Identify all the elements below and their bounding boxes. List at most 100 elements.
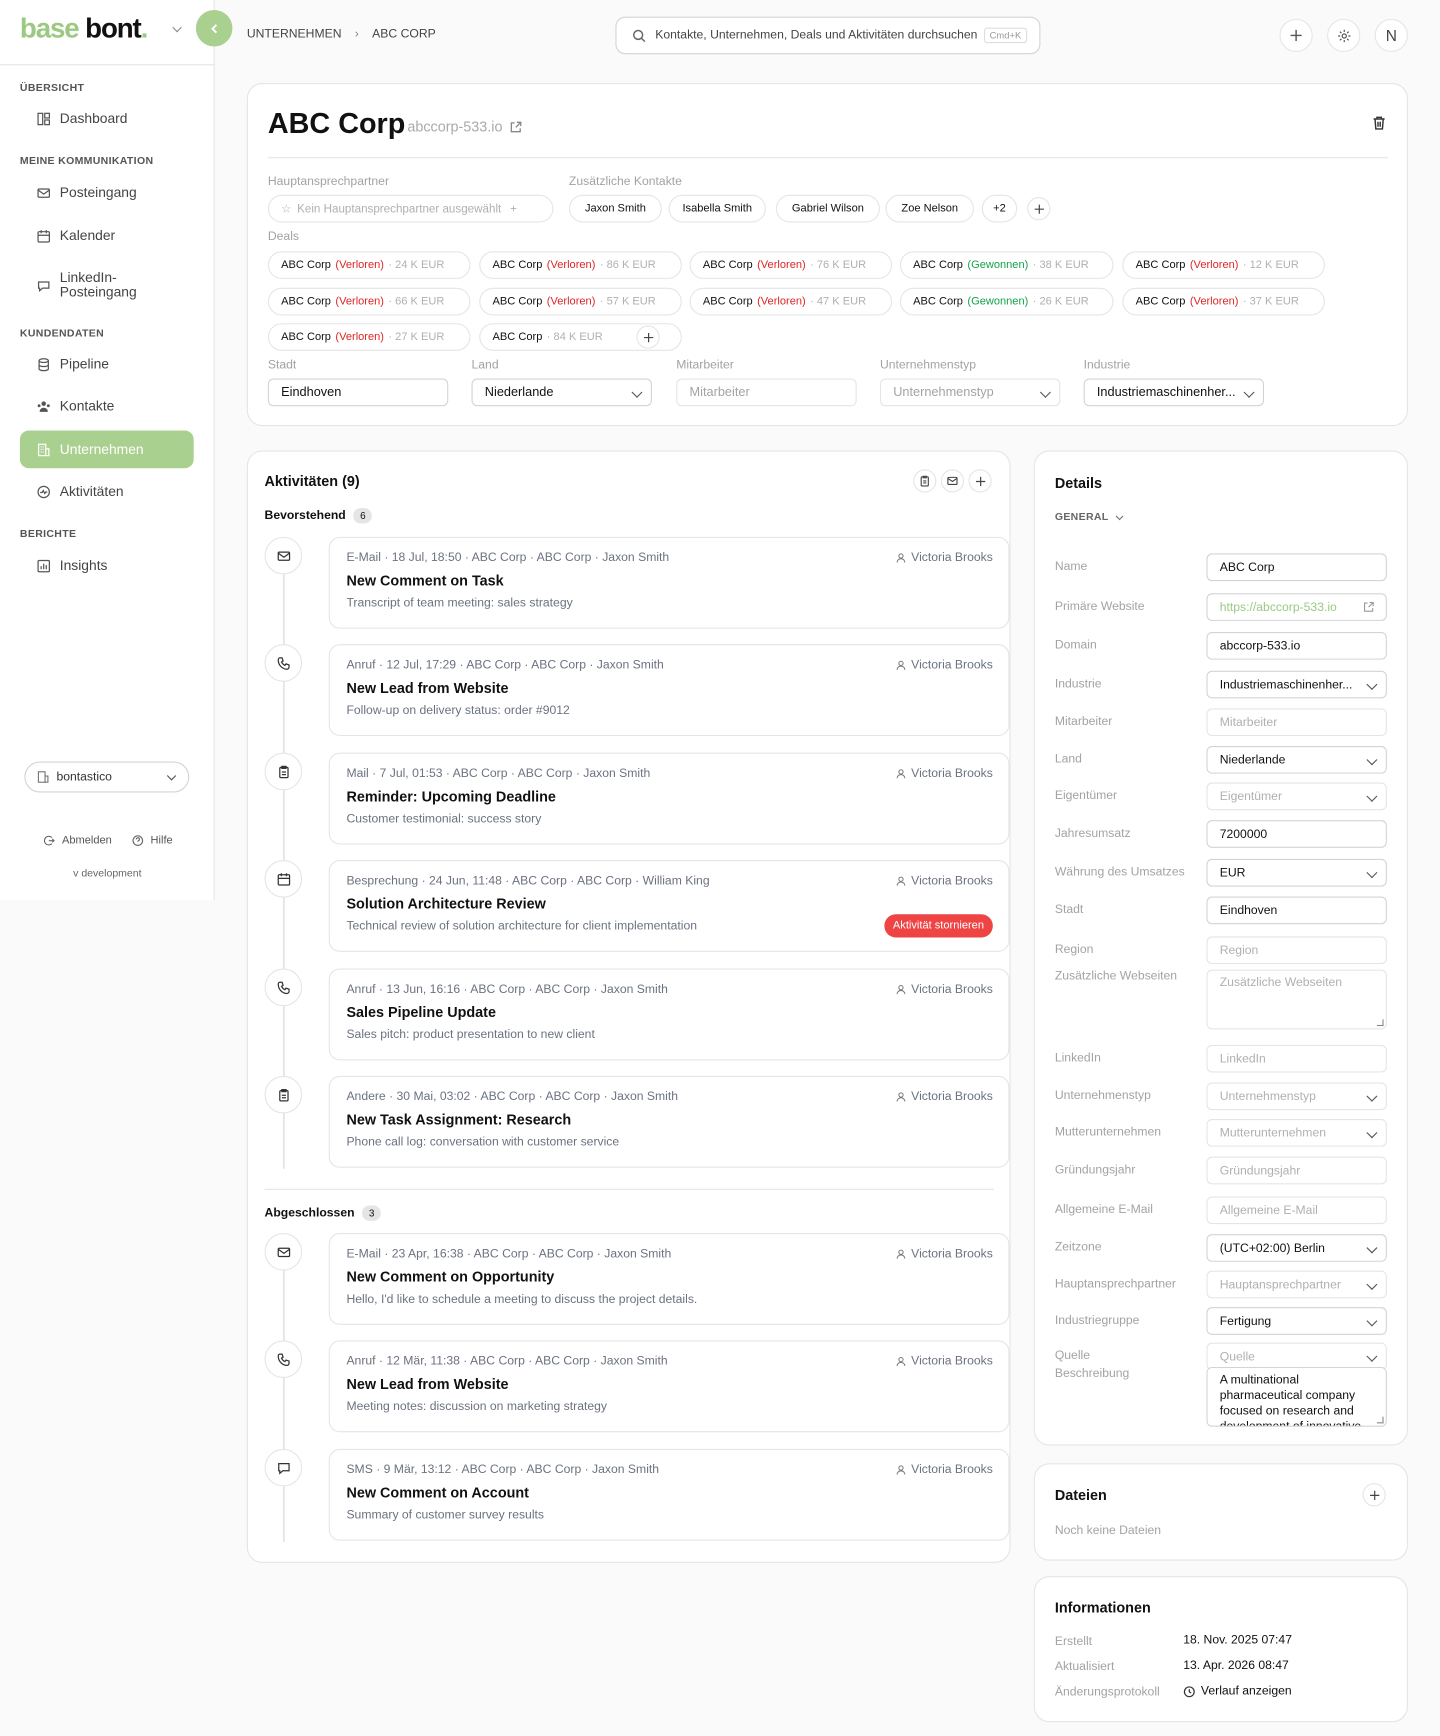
detail-select[interactable]: (UTC+02:00) Berlin [1206, 1234, 1387, 1262]
sidebar-item-contacts[interactable]: Kontakte [20, 387, 194, 425]
deal-chip[interactable]: ABC Corp (Verloren) · 37 K EUR [1122, 287, 1325, 315]
more-contacts-chip[interactable]: +2 [981, 194, 1018, 223]
resize-handle[interactable] [1376, 1019, 1384, 1027]
deal-chip[interactable]: ABC Corp (Verloren) · 66 K EUR [267, 287, 471, 315]
activity-item[interactable]: Anruf · 12 Mär, 11:38 · ABC Corp · ABC C… [328, 1340, 1010, 1433]
global-search[interactable]: Kontakte, Unternehmen, Deals und Aktivit… [615, 16, 1041, 55]
deal-chip[interactable]: ABC Corp (Verloren) · 57 K EUR [479, 287, 682, 315]
deal-chip[interactable]: ABC Corp (Verloren) · 47 K EUR [689, 287, 893, 315]
detail-select[interactable]: Mutterunternehmen [1206, 1119, 1387, 1147]
resize-handle[interactable] [1376, 1416, 1384, 1424]
detail-value: (UTC+02:00) Berlin [1219, 1241, 1325, 1255]
sidebar-item-inbox[interactable]: Posteingang [20, 174, 194, 212]
deal-chip[interactable]: ABC Corp (Verloren) · 24 K EUR [267, 251, 471, 279]
deal-chip[interactable]: ABC Corp (Verloren) · 27 K EUR [267, 323, 471, 351]
activity-item[interactable]: Besprechung · 24 Jun, 11:48 · ABC Corp ·… [328, 860, 1010, 952]
deals-label: Deals [267, 230, 299, 244]
field-select[interactable]: Unternehmenstyp [879, 378, 1061, 407]
trash-icon [1373, 116, 1385, 130]
activity-item[interactable]: Anruf · 13 Jun, 16:16 · ABC Corp · ABC C… [328, 968, 1010, 1061]
detail-input[interactable]: Zusätzliche Webseiten [1206, 969, 1387, 1030]
activity-type-icon [264, 752, 303, 791]
sidebar-item-calendar[interactable]: Kalender [20, 217, 194, 255]
building-icon [37, 770, 50, 783]
contact-chip[interactable]: Jaxon Smith [568, 194, 662, 223]
detail-value: Mitarbeiter [1219, 715, 1278, 729]
cancel-activity-button[interactable]: Aktivität stornieren [884, 914, 993, 938]
contact-chip[interactable]: Zoe Nelson [885, 194, 975, 223]
activity-item[interactable]: Mail · 7 Jul, 01:53 · ABC Corp · ABC Cor… [328, 752, 1010, 845]
detail-input[interactable]: https://abccorp-533.io [1206, 593, 1387, 621]
sidebar-item-companies[interactable]: Unternehmen [19, 430, 194, 469]
sidebar-item-label: Insights [59, 557, 108, 574]
field-select[interactable]: Niederlande [471, 378, 652, 407]
settings-button[interactable] [1327, 18, 1361, 53]
detail-input[interactable]: 7200000 [1206, 820, 1387, 848]
detail-input[interactable]: ABC Corp [1206, 553, 1387, 582]
detail-select[interactable]: Niederlande [1206, 746, 1387, 774]
sidebar-item-insights[interactable]: Insights [20, 547, 194, 585]
clock-icon [1183, 1685, 1195, 1697]
primary-contact-select[interactable]: ☆ Kein Hauptansprechpartner ausgewählt + [267, 194, 554, 223]
detail-input[interactable]: LinkedIn [1206, 1044, 1387, 1073]
logo-chevron-down-icon[interactable] [172, 22, 182, 33]
activity-item[interactable]: Anruf · 12 Jul, 17:29 · ABC Corp · ABC C… [328, 644, 1010, 737]
details-group-toggle[interactable]: GENERAL [1055, 511, 1123, 524]
detail-input[interactable]: Gründungsjahr [1206, 1156, 1387, 1185]
delete-company-button[interactable] [1371, 115, 1386, 130]
breadcrumb-parent[interactable]: UNTERNEHMEN [247, 28, 342, 41]
detail-select[interactable]: EUR [1206, 858, 1387, 887]
logo[interactable]: base bont. [20, 13, 148, 45]
show-history-link[interactable]: Verlauf anzeigen [1183, 1685, 1292, 1698]
add-task-button[interactable] [913, 469, 937, 493]
detail-select[interactable]: Unternehmenstyp [1206, 1082, 1387, 1111]
description-textarea[interactable]: A multinational pharmaceutical company f… [1206, 1366, 1387, 1427]
activity-description: Hello, I'd like to schedule a meeting to… [346, 1292, 698, 1307]
contact-chip[interactable]: Gabriel Wilson [775, 194, 880, 223]
activity-item[interactable]: SMS · 9 Mär, 13:12 · ABC Corp · ABC Corp… [328, 1448, 1010, 1541]
add-button[interactable] [1279, 18, 1313, 53]
logout-link[interactable]: Abmelden [43, 835, 112, 847]
workspace-select[interactable]: bontastico [24, 761, 190, 793]
detail-input[interactable]: Mitarbeiter [1206, 708, 1387, 737]
field-input[interactable]: Eindhoven [267, 378, 449, 407]
deal-chip[interactable]: ABC Corp (Verloren) · 86 K EUR [479, 251, 682, 279]
detail-select[interactable]: Fertigung [1206, 1307, 1387, 1335]
add-deal-button[interactable] [636, 325, 660, 349]
add-contact-button[interactable] [1027, 197, 1051, 221]
deal-chip[interactable]: ABC Corp (Gewonnen) · 26 K EUR [899, 287, 1114, 315]
add-file-button[interactable] [1362, 1483, 1386, 1507]
sidebar-item-pipeline[interactable]: Pipeline [20, 345, 194, 383]
sidebar-item-activities[interactable]: Aktivitäten [20, 473, 194, 511]
deal-chip[interactable]: ABC Corp (Verloren) · 12 K EUR [1122, 251, 1325, 279]
user-avatar[interactable]: N [1374, 18, 1408, 53]
help-link[interactable]: Hilfe [132, 835, 173, 847]
upcoming-label: Bevorstehend [264, 509, 346, 523]
detail-input[interactable]: Region [1206, 936, 1387, 965]
deal-name: ABC Corp [281, 294, 331, 308]
collapse-sidebar-button[interactable] [195, 9, 233, 47]
activity-item[interactable]: E-Mail · 18 Jul, 18:50 · ABC Corp · ABC … [328, 536, 1010, 629]
detail-select[interactable]: Industriemaschinenher... [1206, 670, 1387, 699]
company-domain-link[interactable]: abccorp-533.io [407, 118, 522, 135]
activity-description: Follow-up on delivery status: order #901… [346, 703, 570, 718]
detail-select[interactable]: Eigentümer [1206, 782, 1387, 811]
field-input[interactable]: Mitarbeiter [676, 378, 857, 407]
detail-value: https://abccorp-533.io [1219, 600, 1337, 614]
external-link-icon[interactable] [1363, 601, 1375, 613]
detail-input[interactable]: Allgemeine E-Mail [1206, 1196, 1387, 1225]
detail-select[interactable]: Hauptansprechpartner [1206, 1270, 1387, 1299]
deal-chip[interactable]: ABC Corp (Verloren) · 76 K EUR [689, 251, 893, 279]
activity-item[interactable]: Andere · 30 Mai, 03:02 · ABC Corp · ABC … [328, 1075, 1010, 1168]
detail-input[interactable]: abccorp-533.io [1206, 632, 1387, 660]
deal-chip[interactable]: ABC Corp (Gewonnen) · 38 K EUR [899, 251, 1114, 279]
sidebar-item-linkedin-inbox[interactable]: LinkedIn- Posteingang [20, 262, 194, 308]
deal-name: ABC Corp [702, 294, 753, 308]
activity-item[interactable]: E-Mail · 23 Apr, 16:38 · ABC Corp · ABC … [328, 1233, 1010, 1325]
sidebar-item-dashboard[interactable]: Dashboard [20, 100, 194, 138]
detail-input[interactable]: Eindhoven [1206, 896, 1387, 925]
add-email-button[interactable] [940, 469, 965, 493]
field-select[interactable]: Industriemaschinenher... [1083, 378, 1265, 407]
add-activity-button[interactable] [968, 469, 992, 493]
contact-chip[interactable]: Isabella Smith [668, 194, 766, 223]
